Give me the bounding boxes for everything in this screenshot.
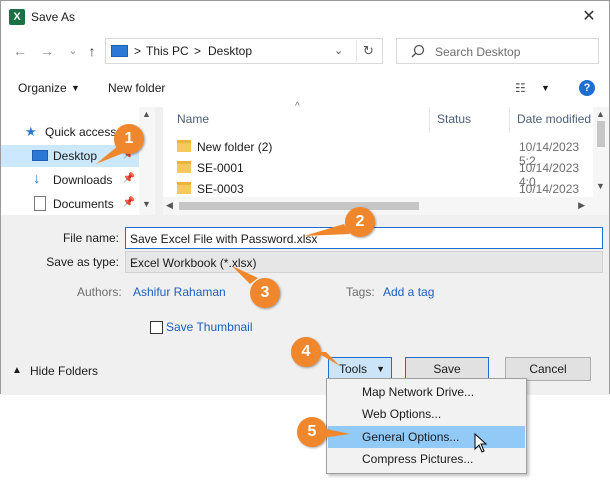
up-arrow-icon[interactable]: ↑ <box>83 42 101 60</box>
sidebar-item-documents[interactable]: Documents 📌 <box>1 193 139 215</box>
menu-item-compress-pictures[interactable]: Compress Pictures... <box>328 448 525 470</box>
badge-pointer-icon <box>232 266 258 284</box>
save-as-type-select[interactable]: Excel Workbook (*.xlsx) ⌄ <box>125 251 603 273</box>
scroll-thumb[interactable] <box>179 202 419 210</box>
menu-item-label: Web Options... <box>362 407 442 421</box>
file-name: SE-0003 <box>197 182 244 196</box>
column-divider[interactable] <box>509 107 510 133</box>
new-folder-button[interactable]: New folder <box>108 81 165 95</box>
chevron-down-icon: ▼ <box>376 364 385 374</box>
sidebar-item-label: Desktop <box>53 149 98 163</box>
excel-icon: X <box>9 9 25 25</box>
authors-value[interactable]: Ashifur Rahaman <box>133 285 226 299</box>
save-thumbnail-checkbox[interactable] <box>150 321 163 334</box>
command-bar: Organize ▼ New folder ☷ ▼ ? <box>1 71 609 107</box>
scroll-up-icon[interactable]: ▲ <box>596 109 605 119</box>
pin-icon[interactable]: 📌 <box>123 173 135 184</box>
navigation-pane: ★ Quick access Desktop 📌 ↓ Downloads 📌 D… <box>1 107 155 215</box>
navigation-bar: ← → ⌄ ↑ > This PC > Desktop ⌄ ↻ Search D… <box>1 33 609 71</box>
menu-item-label: Compress Pictures... <box>362 452 474 466</box>
documents-icon <box>34 196 46 211</box>
table-row[interactable]: New folder (2) 10/14/2023 5:2 <box>163 137 593 168</box>
help-icon[interactable]: ? <box>579 80 595 96</box>
sidebar-scrollbar[interactable]: ▲ ▼ <box>139 107 155 215</box>
separator-icon: > <box>194 44 202 58</box>
column-header-name[interactable]: Name <box>177 112 209 126</box>
table-row[interactable]: SE-0001 10/14/2023 4:0 <box>163 158 593 189</box>
scroll-down-icon[interactable]: ▼ <box>142 199 151 209</box>
close-icon[interactable]: ✕ <box>577 5 601 29</box>
save-as-dialog: X Save As ✕ ← → ⌄ ↑ > This PC > Desktop … <box>0 0 610 395</box>
hide-folders-button[interactable]: Hide Folders <box>30 364 98 378</box>
pin-icon[interactable]: 📌 <box>123 197 135 208</box>
sidebar-item-label: Quick access <box>45 125 117 139</box>
column-header-date-modified[interactable]: Date modified <box>517 112 591 126</box>
badge-pointer-icon <box>322 428 350 438</box>
refresh-icon[interactable]: ↻ <box>356 40 380 62</box>
back-arrow-icon[interactable]: ← <box>11 42 29 60</box>
chevron-down-icon[interactable]: ⌄ <box>130 256 598 267</box>
sidebar-item-downloads[interactable]: ↓ Downloads 📌 <box>1 169 139 191</box>
save-thumbnail-label[interactable]: Save Thumbnail <box>166 320 253 334</box>
badge-pointer-icon <box>316 352 340 366</box>
scroll-right-icon[interactable]: ▶ <box>578 200 585 211</box>
breadcrumb-desktop[interactable]: Desktop <box>208 44 252 58</box>
breadcrumb-this-pc[interactable]: This PC <box>146 44 189 58</box>
forward-arrow-icon[interactable]: → <box>38 42 56 60</box>
star-icon: ★ <box>25 124 37 139</box>
file-name: SE-0001 <box>197 161 244 175</box>
save-form: File name: Save Excel File with Password… <box>1 215 609 395</box>
file-list-vertical-scrollbar[interactable]: ▲ ▼ <box>593 107 609 215</box>
folder-icon <box>177 161 191 173</box>
folder-icon <box>177 182 191 194</box>
scroll-thumb[interactable] <box>597 121 605 147</box>
window-title: Save As <box>31 10 76 24</box>
download-icon: ↓ <box>33 170 41 187</box>
authors-label: Authors: <box>77 285 122 299</box>
sort-ascending-icon: ^ <box>295 101 300 112</box>
menu-item-web-options[interactable]: Web Options... <box>328 403 525 425</box>
tags-label: Tags: <box>346 285 375 299</box>
file-name: New folder (2) <box>197 140 273 154</box>
save-as-type-label: Save as type: <box>46 255 119 269</box>
badge-pointer-icon <box>304 224 350 236</box>
folder-icon <box>177 140 191 152</box>
tools-button-label: Tools <box>339 362 368 376</box>
scroll-left-icon[interactable]: ◀ <box>166 200 173 211</box>
column-header-status[interactable]: Status <box>437 112 471 126</box>
menu-item-label: General Options... <box>362 430 460 444</box>
menu-item-map-network-drive[interactable]: Map Network Drive... <box>328 381 525 403</box>
separator-icon: > <box>134 44 142 58</box>
file-list-horizontal-scrollbar[interactable]: ◀ ▶ <box>163 197 593 215</box>
table-row[interactable]: SE-0003 10/14/2023 5:2 <box>163 179 593 210</box>
recent-locations-icon[interactable]: ⌄ <box>64 42 82 60</box>
menu-item-general-options[interactable]: General Options... <box>328 426 525 448</box>
tools-dropdown-menu: Map Network Drive... Web Options... Gene… <box>326 378 527 474</box>
desktop-icon <box>32 150 48 161</box>
file-name-label: File name: <box>62 231 119 245</box>
chevron-up-icon[interactable]: ▲ <box>12 365 22 376</box>
address-bar[interactable]: > This PC > Desktop ⌄ ↻ <box>105 38 383 64</box>
menu-item-label: Map Network Drive... <box>362 385 475 399</box>
chevron-down-icon[interactable]: ▼ <box>541 83 550 93</box>
search-input[interactable]: Search Desktop <box>435 45 520 59</box>
scroll-up-icon[interactable]: ▲ <box>142 109 151 119</box>
sidebar-item-label: Downloads <box>53 173 113 187</box>
view-options-icon[interactable]: ☷ <box>515 81 526 95</box>
scroll-down-icon[interactable]: ▼ <box>596 181 605 191</box>
tags-value[interactable]: Add a tag <box>383 285 434 299</box>
address-dropdown-icon[interactable]: ⌄ <box>334 44 343 57</box>
search-icon <box>411 44 425 58</box>
column-divider[interactable] <box>429 107 430 133</box>
chevron-down-icon[interactable]: ▼ <box>71 83 80 93</box>
title-bar: X Save As ✕ <box>1 1 609 33</box>
organize-button[interactable]: Organize <box>18 81 67 95</box>
mouse-cursor-icon <box>474 432 488 459</box>
sidebar-item-label: Documents <box>53 197 114 211</box>
badge-pointer-icon <box>96 146 126 164</box>
this-pc-icon <box>111 45 128 57</box>
search-box[interactable]: Search Desktop <box>396 38 599 64</box>
